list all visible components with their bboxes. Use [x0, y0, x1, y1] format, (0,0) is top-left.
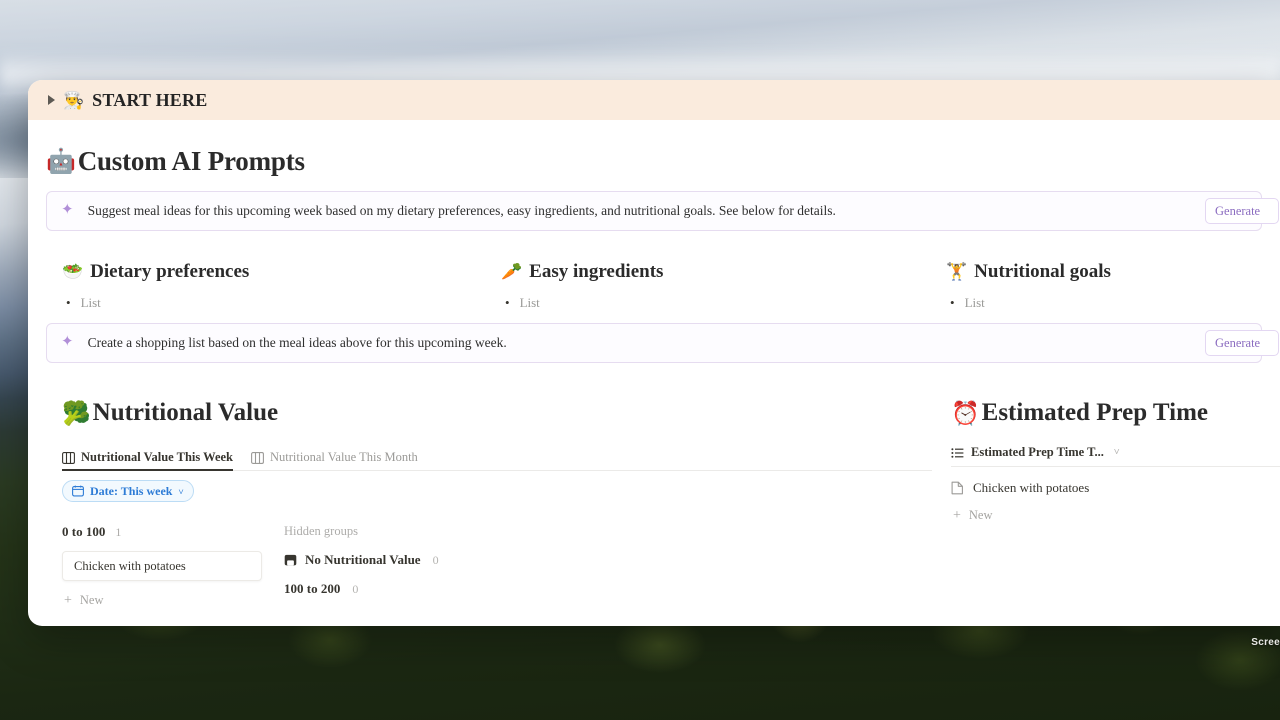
- hidden-group-name: No Nutritional Value: [305, 552, 421, 567]
- page-title: 🤖 Custom AI Prompts: [46, 146, 1262, 177]
- chevron-down-icon: ˅: [1113, 447, 1120, 458]
- new-card-label: New: [79, 593, 104, 607]
- inbox-icon: [284, 554, 297, 565]
- page-title-text: Custom AI Prompts: [77, 146, 305, 176]
- column-title-dietary: Dietary preferences: [90, 261, 250, 282]
- toggle-triangle-icon[interactable]: [48, 95, 55, 105]
- list-item[interactable]: • List: [501, 295, 663, 311]
- hidden-group-count: 0: [432, 552, 439, 567]
- column-heading-ingredients: 🥕 Easy ingredients: [501, 261, 663, 283]
- plus-icon: +: [64, 592, 72, 608]
- column-heading-dietary: 🥗 Dietary preferences: [62, 261, 249, 283]
- estimated-prep-time-title: ⏰ Estimated Prep Time: [951, 399, 1280, 427]
- carrot-emoji-icon: 🥕: [501, 262, 523, 281]
- bullet-icon: •: [66, 295, 71, 310]
- column-dietary-preferences: 🥗 Dietary preferences • List: [62, 261, 249, 311]
- bullet-icon: •: [950, 295, 955, 310]
- board-view-icon: [62, 451, 75, 464]
- alarm-clock-emoji-icon: ⏰: [951, 400, 980, 426]
- sparkle-icon: ✦: [61, 201, 74, 218]
- preferences-columns: 🥗 Dietary preferences • List 🥕 Easy ingr…: [46, 261, 1262, 323]
- ai-prompt-text-1: Suggest meal ideas for this upcoming wee…: [87, 203, 836, 218]
- list-item-label: List: [964, 295, 985, 310]
- page-content: 🤖 Custom AI Prompts ✦ Suggest meal ideas…: [28, 146, 1280, 626]
- filter-bar: Date: This week ˅: [62, 480, 932, 502]
- column-nutritional-goals: 🏋️ Nutritional goals • List: [946, 261, 1111, 311]
- list-item-label: List: [80, 295, 101, 310]
- database-view-tabs: Nutritional Value This Week Nutritional …: [62, 445, 932, 471]
- column-heading-goals: 🏋️ Nutritional goals: [946, 261, 1111, 283]
- screenshot-watermark: Scree: [1251, 637, 1280, 648]
- board-group-name: 0 to 100: [62, 524, 106, 539]
- new-row-button[interactable]: + New: [951, 508, 1280, 523]
- hidden-group-100-to-200[interactable]: 100 to 200 0: [284, 581, 544, 597]
- hidden-group-no-nutritional-value[interactable]: No Nutritional Value 0: [284, 552, 544, 568]
- robot-emoji-icon: 🤖: [46, 149, 76, 175]
- board-card[interactable]: Chicken with potatoes: [62, 551, 262, 581]
- generate-button-2[interactable]: Generate: [1205, 330, 1279, 356]
- filter-chip-label: Date: This week: [90, 483, 173, 498]
- broccoli-emoji-icon: 🥦: [62, 400, 91, 426]
- nutritional-value-database: 🥦 Nutritional Value Nutritional Value Th…: [62, 399, 932, 626]
- column-title-goals: Nutritional goals: [974, 261, 1111, 282]
- tab-label: Nutritional Value This Week: [81, 450, 234, 464]
- tab-nutritional-value-this-week[interactable]: Nutritional Value This Week: [62, 450, 234, 471]
- prep-time-view-label: Estimated Prep Time T...: [971, 445, 1104, 459]
- ai-prompt-row-2[interactable]: ✦ Create a shopping list based on the me…: [46, 323, 1279, 363]
- start-here-label: START HERE: [92, 89, 208, 110]
- nutritional-value-title-text: Nutritional Value: [92, 399, 279, 426]
- tab-nutritional-value-this-month[interactable]: Nutritional Value This Month: [251, 450, 418, 470]
- hidden-groups-panel: Hidden groups No Nutritional Value 0 100…: [284, 524, 544, 597]
- hidden-groups-label: Hidden groups: [284, 524, 358, 538]
- ai-prompt-text-2: Create a shopping list based on the meal…: [87, 335, 507, 350]
- list-row-label: Chicken with potatoes: [973, 480, 1090, 495]
- column-easy-ingredients: 🥕 Easy ingredients • List: [501, 261, 663, 311]
- page-icon: [951, 481, 963, 495]
- ai-prompt-row-1[interactable]: ✦ Suggest meal ideas for this upcoming w…: [46, 191, 1279, 231]
- weightlifter-emoji-icon: 🏋️: [946, 262, 968, 281]
- list-view-icon: [951, 447, 964, 458]
- salad-emoji-icon: 🥗: [62, 262, 84, 281]
- board-view: 0 to 100 1 Chicken with potatoes + New H…: [62, 524, 932, 626]
- generate-button-1[interactable]: Generate: [1205, 198, 1279, 224]
- board-view-icon: [251, 451, 264, 464]
- prep-time-view-selector[interactable]: Estimated Prep Time T... ˅: [951, 445, 1280, 467]
- hidden-group-count: 0: [352, 581, 359, 596]
- hidden-group-name: 100 to 200: [284, 581, 341, 596]
- sparkle-icon: ✦: [61, 333, 74, 350]
- calendar-icon: [72, 485, 84, 497]
- new-card-button[interactable]: + New: [62, 593, 262, 608]
- estimated-prep-time-title-text: Estimated Prep Time: [981, 399, 1209, 426]
- filter-chip-date[interactable]: Date: This week ˅: [62, 480, 194, 502]
- list-row[interactable]: Chicken with potatoes: [951, 480, 1280, 496]
- list-item-label: List: [519, 295, 540, 310]
- board-group-header[interactable]: 0 to 100 1: [62, 524, 262, 540]
- notion-page-window: 👨‍🍳 START HERE 🤖 Custom AI Prompts ✦ Sug…: [28, 80, 1280, 626]
- board-group-0-to-100: 0 to 100 1 Chicken with potatoes + New: [62, 524, 262, 608]
- databases-section: 🥦 Nutritional Value Nutritional Value Th…: [46, 399, 1280, 626]
- column-title-ingredients: Easy ingredients: [529, 261, 664, 282]
- board-group-count: 1: [115, 524, 122, 539]
- list-item[interactable]: • List: [946, 295, 1111, 311]
- start-here-callout[interactable]: 👨‍🍳 START HERE: [28, 80, 1280, 120]
- nutritional-value-title: 🥦 Nutritional Value: [62, 399, 932, 427]
- list-item[interactable]: • List: [62, 295, 249, 311]
- chevron-down-icon: ˅: [178, 487, 184, 497]
- chef-emoji-icon: 👨‍🍳: [63, 90, 85, 110]
- tab-label: Nutritional Value This Month: [270, 450, 418, 464]
- new-row-label: New: [968, 508, 993, 522]
- estimated-prep-time-database: ⏰ Estimated Prep Time Estimated Prep Tim…: [951, 399, 1280, 523]
- plus-icon: +: [953, 507, 961, 523]
- bullet-icon: •: [505, 295, 510, 310]
